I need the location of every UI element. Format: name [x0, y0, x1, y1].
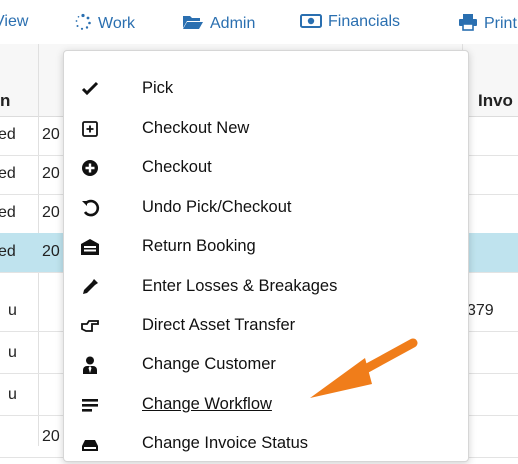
row-status: ed	[0, 165, 16, 182]
view-menu[interactable]: View	[0, 13, 28, 31]
row-date: 20	[42, 126, 60, 143]
menu-item-label: Direct Asset Transfer	[142, 316, 296, 334]
plus-circle-icon	[80, 158, 100, 178]
invoice-column-header[interactable]: Invo	[478, 91, 513, 111]
row-status: u	[8, 386, 17, 403]
row-invoice: 379	[467, 302, 494, 319]
menu-item-label: Pick	[142, 79, 174, 97]
menu-item-label: Checkout New	[142, 119, 250, 137]
menu-item-pick[interactable]: Pick	[64, 70, 468, 109]
menu-item-direct-asset-transfer[interactable]: Direct Asset Transfer	[64, 307, 468, 346]
view-label: View	[0, 13, 29, 30]
work-menu[interactable]: Work	[74, 13, 135, 36]
menu-item-label: Enter Losses & Breakages	[142, 277, 338, 295]
financials-label: Financials	[328, 13, 401, 30]
row-date: 20	[42, 204, 60, 221]
menu-item-label: Change Workflow	[142, 395, 272, 413]
row-date: 20	[42, 243, 60, 260]
plus-square-icon	[80, 119, 100, 139]
spinner-icon	[74, 13, 92, 36]
menu-item-label: Undo Pick/Checkout	[142, 198, 292, 216]
menu-item-return-booking[interactable]: Return Booking	[64, 228, 468, 267]
menu-item-label: Checkout	[142, 158, 212, 176]
menu-item-enter-losses-breakages[interactable]: Enter Losses & Breakages	[64, 268, 468, 307]
user-tie-icon	[80, 355, 100, 375]
print-icon	[458, 13, 478, 36]
row-status: u	[8, 302, 17, 319]
row-status: ed	[0, 204, 16, 221]
work-label: Work	[98, 15, 136, 32]
menu-item-change-workflow[interactable]: Change Workflow	[64, 386, 468, 425]
eyedropper-icon	[80, 277, 100, 297]
menu-item-checkout-new[interactable]: Checkout New	[64, 110, 468, 149]
print-label: Print	[484, 15, 517, 32]
row-status: ed	[0, 126, 16, 143]
check-icon	[80, 79, 100, 99]
warehouse-icon	[80, 237, 100, 257]
money-bill-icon	[300, 13, 322, 34]
menu-item-label: Change Invoice Status	[142, 434, 309, 452]
menu-item-checkout[interactable]: Checkout	[64, 149, 468, 188]
menu-item-label: Return Booking	[142, 237, 256, 255]
row-date: 20	[42, 428, 60, 445]
row-date: 20	[42, 165, 60, 182]
financials-menu[interactable]: Financials	[300, 13, 400, 34]
work-dropdown-menu: Pick Checkout New Checkout Undo Pick/Che…	[63, 50, 469, 462]
admin-menu[interactable]: Admin	[182, 13, 255, 36]
undo-icon	[80, 198, 100, 218]
menu-item-undo-pick-checkout[interactable]: Undo Pick/Checkout	[64, 189, 468, 228]
row-status: ed	[0, 243, 16, 260]
folder-open-icon	[182, 13, 204, 36]
menu-item-change-invoice-status[interactable]: Change Invoice Status	[64, 425, 468, 464]
menu-item-change-customer[interactable]: Change Customer	[64, 346, 468, 385]
hdd-icon	[80, 434, 100, 454]
print-menu[interactable]: Print	[458, 13, 517, 36]
hand-point-icon	[80, 316, 100, 336]
admin-label: Admin	[210, 15, 256, 32]
column-header[interactable]: n	[0, 91, 10, 111]
bars-icon	[80, 395, 100, 415]
menu-item-label: Change Customer	[142, 355, 276, 373]
toolbar: View Work Admin Financials	[0, 0, 518, 45]
row-status: u	[8, 344, 17, 361]
